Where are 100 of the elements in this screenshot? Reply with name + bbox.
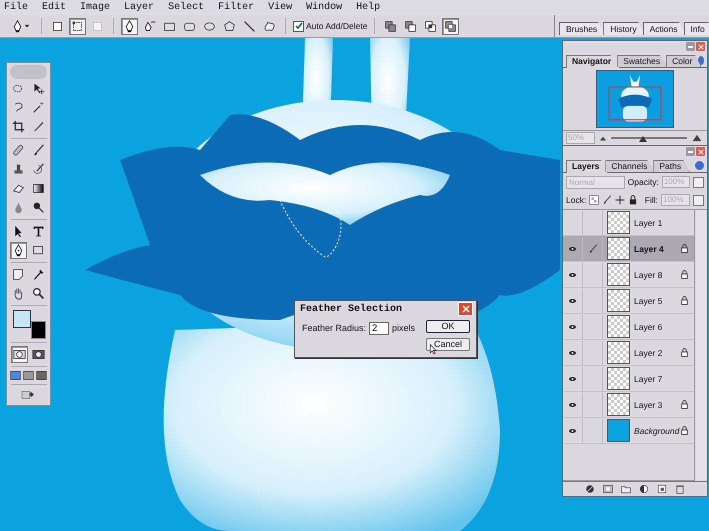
menu-item[interactable]: View	[268, 2, 292, 13]
move-cross-icon[interactable]	[615, 195, 626, 205]
mask-icon[interactable]	[603, 484, 613, 494]
panel-tab[interactable]: Navigator	[566, 55, 620, 68]
unit-label: pixels	[392, 323, 416, 333]
dialog-title: Feather Selection	[300, 304, 402, 314]
background-color-swatch[interactable]	[30, 321, 46, 339]
magic-wand-icon	[32, 101, 45, 114]
eraser-icon	[12, 182, 25, 195]
panel-menu-button[interactable]	[695, 161, 704, 170]
layer-thumbnail	[607, 237, 630, 260]
freeform-pen-icon	[143, 20, 156, 32]
lock-icon	[680, 400, 689, 409]
menu-item[interactable]: Edit	[42, 2, 66, 13]
close-icon	[462, 305, 470, 313]
menu-item[interactable]: Layer	[124, 2, 154, 13]
zoom-tool[interactable]	[30, 285, 47, 302]
lock-icon	[680, 296, 689, 305]
palette-tab[interactable]: Brushes	[559, 22, 606, 35]
layer-row[interactable]: Background	[563, 418, 694, 444]
layer-thumbnail	[607, 263, 630, 286]
new-layer-icon[interactable]	[657, 484, 667, 494]
pen-tool[interactable]	[121, 18, 138, 34]
ok-button[interactable]: OK	[426, 320, 470, 333]
exclude-area-tool[interactable]	[442, 18, 460, 34]
navigator-preview[interactable]	[596, 70, 674, 128]
standard-mode-button[interactable]	[10, 346, 28, 363]
screen-mode-standard-icon[interactable]	[10, 370, 21, 381]
menu-item[interactable]: File	[4, 2, 28, 13]
close-button[interactable]	[696, 147, 705, 156]
panel-tab[interactable]: Paths	[653, 160, 690, 172]
menu-item[interactable]: Select	[168, 2, 204, 13]
fill-label: Fill:	[644, 195, 658, 205]
minimize-button[interactable]	[686, 42, 695, 51]
brush-icon	[588, 244, 598, 254]
eye-icon	[567, 244, 578, 252]
auto-add-delete-checkbox[interactable]: Auto Add/Delete	[293, 20, 368, 32]
layer-name: Layer 6	[634, 322, 664, 332]
panel-tab[interactable]: Color	[666, 55, 702, 67]
minimize-button[interactable]	[686, 147, 695, 156]
paths-tool[interactable]	[69, 18, 86, 34]
layer-style-icon[interactable]	[585, 484, 595, 494]
layer-row[interactable]: Layer 6	[563, 314, 694, 340]
dodge-icon	[32, 201, 45, 214]
layer-name: Layer 8	[634, 270, 664, 280]
close-button[interactable]	[458, 302, 473, 316]
palette-tab[interactable]: Info	[684, 22, 709, 35]
lock-icon[interactable]	[628, 195, 638, 205]
folder-icon[interactable]	[621, 484, 631, 494]
menu-item[interactable]: Filter	[218, 2, 254, 13]
screen-mode-full-menu-icon[interactable]	[23, 370, 34, 381]
brush-icon	[32, 144, 45, 157]
layer-row[interactable]: Layer 2	[563, 340, 694, 366]
lasso-icon	[12, 101, 25, 114]
caret-icon	[24, 23, 30, 29]
palette-tab[interactable]: Actions	[642, 22, 686, 35]
cancel-button[interactable]: Cancel	[426, 338, 470, 351]
panel-menu-button[interactable]	[698, 56, 704, 65]
subtract-area-icon	[404, 20, 418, 32]
layer-row[interactable]: Layer 4	[563, 236, 694, 262]
gradient-icon	[32, 182, 45, 195]
menu-item[interactable]: Window	[306, 2, 342, 13]
pen-tool[interactable]	[10, 242, 27, 259]
custom-shape-icon	[263, 20, 276, 32]
layer-thumbnail	[607, 289, 630, 312]
screen-mode-full-icon[interactable]	[36, 370, 47, 381]
eye-icon	[567, 296, 578, 304]
layer-row[interactable]: Layer 5	[563, 288, 694, 314]
foreground-color-swatch[interactable]	[12, 310, 30, 328]
crop-tool[interactable]	[10, 118, 27, 135]
eye-icon	[567, 374, 578, 382]
adjustment-layer-icon[interactable]	[639, 484, 649, 494]
eye-icon	[567, 426, 578, 434]
layer-name: Background	[634, 426, 680, 436]
zoom-icon	[32, 287, 45, 300]
layer-thumbnail	[607, 393, 630, 416]
feather-radius-input[interactable]: 2	[369, 322, 390, 334]
layer-name: Layer 2	[634, 348, 664, 358]
layer-name: Layer 5	[634, 296, 664, 306]
opacity-arrow-button[interactable]	[693, 176, 704, 188]
move-arrow-icon	[32, 82, 45, 95]
eye-icon	[567, 348, 578, 356]
layer-row[interactable]: Layer 3	[563, 392, 694, 418]
checkmark-icon	[294, 22, 302, 30]
scrollbar[interactable]	[696, 210, 706, 480]
menu-item[interactable]: Help	[356, 2, 380, 13]
lock-brush-icon[interactable]	[602, 195, 612, 205]
layer-row[interactable]: Layer 7	[563, 366, 694, 392]
trash-icon[interactable]	[675, 484, 685, 494]
fill-arrow-button[interactable]	[693, 194, 704, 206]
hand-icon	[12, 287, 25, 300]
zoom-in-icon[interactable]	[690, 133, 704, 143]
minimize-icon	[688, 150, 693, 152]
menu-item[interactable]: Image	[80, 2, 110, 13]
close-button[interactable]	[696, 42, 705, 51]
fill-pixels-icon	[91, 20, 104, 32]
layer-row[interactable]: Layer 8	[563, 262, 694, 288]
lock-transparency-icon[interactable]	[589, 195, 600, 205]
panel-tab[interactable]: Layers	[566, 160, 608, 173]
palette-tab[interactable]: History	[603, 22, 645, 35]
